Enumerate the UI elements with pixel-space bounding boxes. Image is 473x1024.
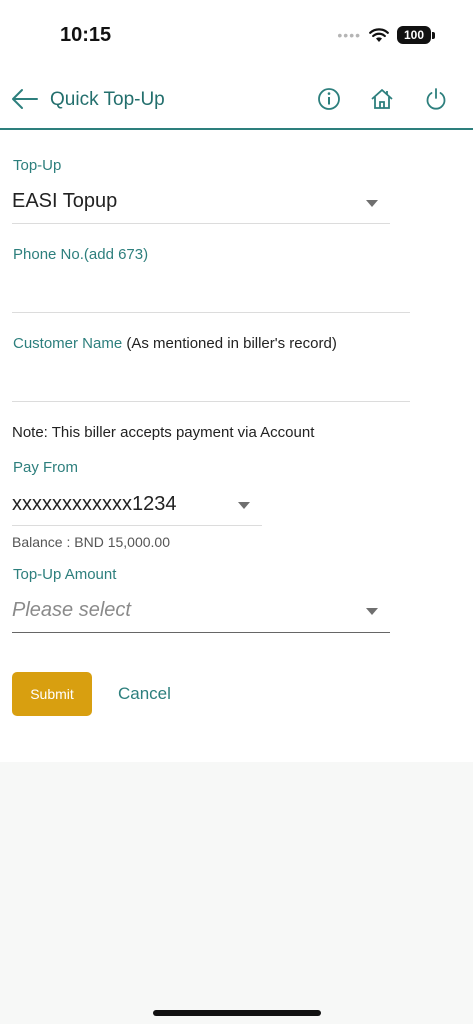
- topup-value: EASI Topup: [12, 190, 118, 212]
- customer-label-hint: (As mentioned in biller's record): [122, 335, 337, 352]
- power-icon[interactable]: [423, 86, 449, 112]
- home-indicator[interactable]: [153, 1010, 321, 1016]
- status-icons: •••• 100: [337, 26, 435, 44]
- biller-note: Note: This biller accepts payment via Ac…: [12, 424, 315, 441]
- pay-from-value: xxxxxxxxxxxx1234: [12, 493, 177, 515]
- amount-label: Top-Up Amount: [13, 566, 117, 583]
- chevron-down-icon: [238, 502, 250, 509]
- status-time: 10:15: [60, 24, 112, 46]
- amount-placeholder: Please select: [12, 599, 131, 621]
- customer-underline: [12, 401, 410, 402]
- customer-name-input[interactable]: [12, 365, 412, 397]
- info-icon[interactable]: [316, 86, 342, 112]
- customer-label-text: Customer Name: [13, 335, 123, 352]
- bottom-area: [0, 762, 473, 1024]
- submit-button[interactable]: Submit: [12, 672, 92, 716]
- chevron-down-icon: [366, 200, 378, 207]
- signal-dots: ••••: [337, 27, 361, 43]
- phone-input[interactable]: [12, 276, 412, 308]
- topup-label: Top-Up: [13, 157, 62, 174]
- pay-from-select[interactable]: xxxxxxxxxxxx1234: [12, 488, 262, 524]
- cancel-button[interactable]: Cancel: [118, 684, 171, 704]
- wifi-icon: [369, 27, 389, 42]
- amount-underline: [12, 632, 390, 633]
- pay-from-underline: [12, 525, 262, 526]
- phone-label: Phone No.(add 673): [13, 246, 149, 263]
- balance-text: Balance : BND 15,000.00: [12, 534, 170, 550]
- chevron-down-icon: [366, 608, 378, 615]
- customer-label: Customer Name (As mentioned in biller's …: [13, 335, 337, 352]
- page-title: Quick Top-Up: [50, 89, 165, 110]
- home-icon[interactable]: [369, 86, 395, 112]
- arrow-left-icon[interactable]: [10, 86, 40, 112]
- topup-underline: [12, 223, 390, 224]
- battery-level: 100: [397, 26, 431, 44]
- pay-from-label: Pay From: [13, 459, 79, 476]
- amount-select[interactable]: Please select: [12, 594, 390, 632]
- battery-icon: 100: [397, 26, 435, 44]
- app-header: Quick Top-Up: [0, 72, 473, 130]
- phone-underline: [12, 312, 410, 313]
- topup-select[interactable]: EASI Topup: [12, 186, 390, 224]
